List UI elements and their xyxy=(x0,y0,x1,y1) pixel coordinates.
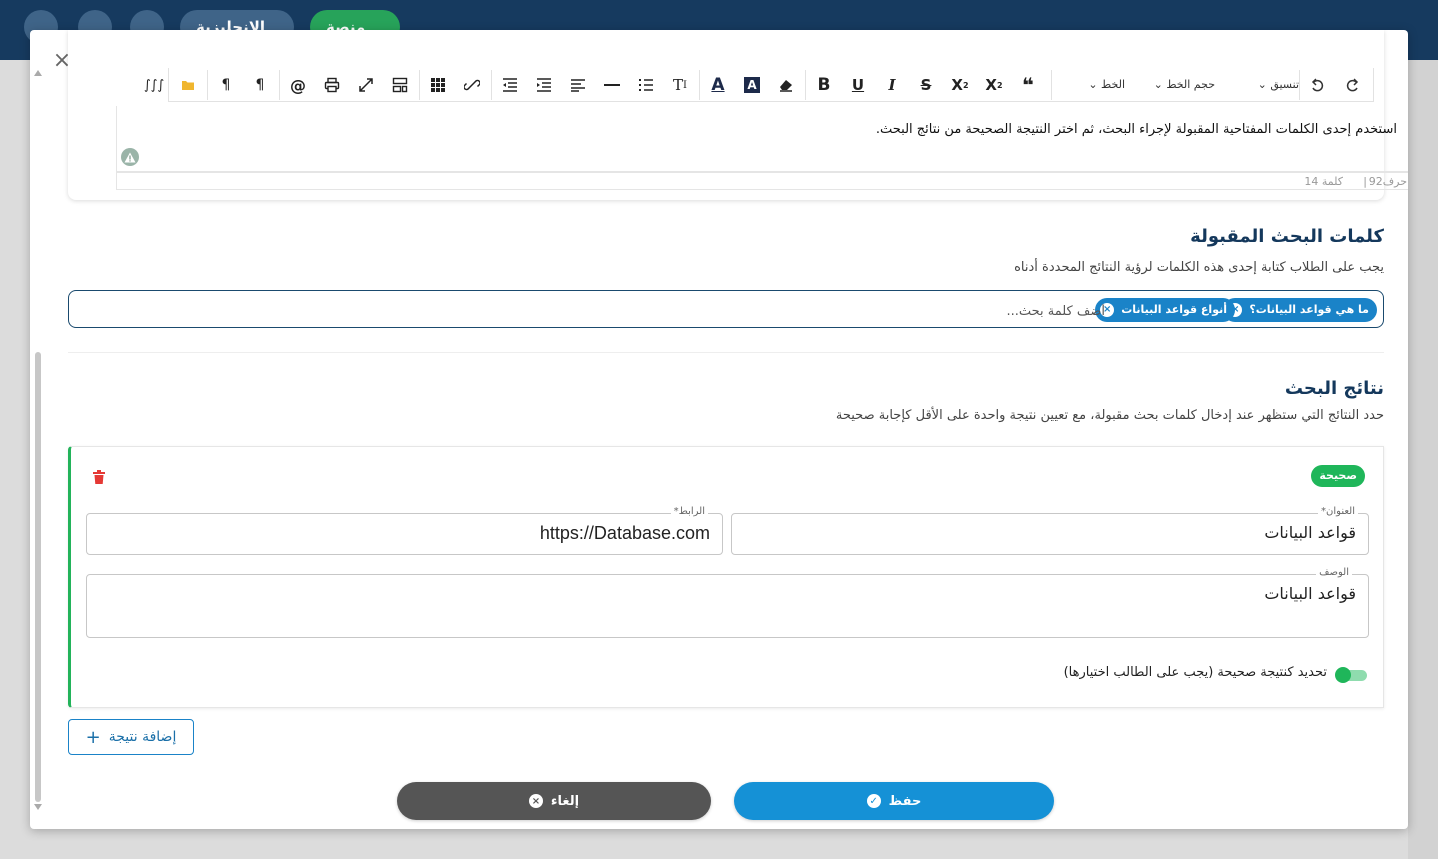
keyword-input[interactable] xyxy=(803,299,1107,323)
horizontal-rule-icon[interactable] xyxy=(597,70,627,100)
eraser-icon[interactable] xyxy=(771,70,801,100)
correct-toggle-label: تحديد كنتيجة صحيحة (يجب على الطالب اختيا… xyxy=(1063,665,1327,680)
toolbar-separator xyxy=(491,70,492,100)
toolbar-separator xyxy=(279,70,280,100)
font-size-label: حجم الخط xyxy=(1166,78,1215,91)
toolbar-separator xyxy=(1299,70,1300,100)
keywords-title: كلمات البحث المقبولة xyxy=(1190,226,1384,247)
bold-icon[interactable]: B xyxy=(809,70,839,100)
warning-icon[interactable] xyxy=(121,148,139,166)
chevron-down-icon: ⌄ xyxy=(1153,78,1163,91)
word-count: كلمة 14 xyxy=(1304,175,1343,188)
save-label: حفظ xyxy=(888,793,922,809)
keyword-chip[interactable]: ما هي قواعد البيانات؟ × xyxy=(1223,298,1377,322)
font-dropdown[interactable]: الخط ⌄ xyxy=(1055,70,1125,100)
description-field[interactable]: الوصف قواعد البيانات xyxy=(86,567,1369,638)
outdent-icon[interactable] xyxy=(529,70,559,100)
math-icon[interactable]: ∫∫∫ xyxy=(139,70,169,100)
correct-toggle[interactable] xyxy=(1335,667,1367,683)
scroll-thumb[interactable] xyxy=(35,352,41,802)
font-size-dropdown[interactable]: حجم الخط ⌄ xyxy=(1129,70,1215,100)
keywords-input-box[interactable]: ما هي قواعد البيانات؟ × أنواع قواعد البي… xyxy=(68,290,1384,328)
font-color-icon[interactable]: A xyxy=(703,70,733,100)
folder-icon[interactable] xyxy=(173,70,203,100)
format-label: تنسيق xyxy=(1270,78,1299,91)
toolbar-separator xyxy=(419,70,420,100)
align-icon[interactable] xyxy=(563,70,593,100)
print-icon[interactable] xyxy=(317,70,347,100)
results-title: نتائج البحث xyxy=(1284,378,1384,399)
link-field-label: الرابط* xyxy=(670,506,708,517)
ltr-icon[interactable]: ¶ xyxy=(211,70,241,100)
chevron-down-icon: ⌄ xyxy=(1257,78,1267,91)
template-icon[interactable] xyxy=(385,70,415,100)
text-size-icon[interactable]: TI xyxy=(665,70,695,100)
check-circle-icon: ✓ xyxy=(866,794,881,808)
close-circle-icon: × xyxy=(528,794,543,808)
scroll-down-arrow-icon[interactable] xyxy=(34,804,42,810)
undo-icon[interactable] xyxy=(1303,70,1333,100)
cancel-button[interactable]: إلغاء × xyxy=(397,782,711,820)
toggle-knob xyxy=(1335,667,1351,683)
indent-icon[interactable] xyxy=(495,70,525,100)
section-divider xyxy=(68,352,1384,353)
description-field-value: قواعد البيانات xyxy=(1264,584,1356,603)
toolbar-separator xyxy=(699,70,700,100)
rich-text-editor: تنسيق ⌄ حجم الخط ⌄ الخط ⌄ ❝ X2 X2 S I U … xyxy=(68,30,1408,200)
title-field-value: قواعد البيانات xyxy=(1264,523,1356,542)
toolbar-separator xyxy=(207,70,208,100)
toolbar-separator xyxy=(1051,70,1052,100)
italic-icon[interactable]: I xyxy=(877,70,907,100)
description-field-label: الوصف xyxy=(1316,567,1352,578)
bg-color-icon[interactable]: A xyxy=(737,70,767,100)
underline-icon[interactable]: U xyxy=(843,70,873,100)
toolbar-separator xyxy=(805,70,806,100)
result-card: صحيحة العنوان* قواعد البيانات الرابط* ht… xyxy=(68,446,1384,708)
plus-icon: + xyxy=(85,726,101,748)
unlink-icon[interactable] xyxy=(457,70,487,100)
chip-label: ما هي قواعد البيانات؟ xyxy=(1249,303,1369,316)
results-description: حدد النتائج التي ستظهر عند إدخال كلمات ب… xyxy=(835,408,1384,423)
trash-icon[interactable] xyxy=(93,469,105,484)
redo-icon[interactable] xyxy=(1337,70,1367,100)
font-label: الخط xyxy=(1101,78,1125,91)
editor-toolbar: تنسيق ⌄ حجم الخط ⌄ الخط ⌄ ❝ X2 X2 S I U … xyxy=(144,68,1374,102)
keyword-chip[interactable]: أنواع قواعد البيانات × xyxy=(1095,298,1235,322)
title-field-label: العنوان* xyxy=(1318,506,1358,517)
status-separator: | xyxy=(1363,175,1367,188)
table-icon[interactable] xyxy=(423,70,453,100)
editor-text: استخدم إحدى الكلمات المفتاحية المقبولة ل… xyxy=(875,122,1397,137)
editor-status-bar: حرف92 | كلمة 14 xyxy=(116,172,1408,190)
chip-label: أنواع قواعد البيانات xyxy=(1121,303,1227,316)
subscript-icon[interactable]: X2 xyxy=(945,70,975,100)
title-field[interactable]: العنوان* قواعد البيانات xyxy=(731,506,1369,555)
page-sidebar xyxy=(1408,60,1438,859)
format-dropdown[interactable]: تنسيق ⌄ xyxy=(1219,70,1299,100)
modal-scrollbar[interactable] xyxy=(33,70,43,810)
rtl-icon[interactable]: ¶ xyxy=(245,70,275,100)
mention-icon[interactable]: @ xyxy=(283,70,313,100)
edit-modal: × تنسيق ⌄ حجم الخط ⌄ الخط ⌄ ❝ X2 X2 S I … xyxy=(30,30,1408,829)
cancel-label: إلغاء xyxy=(550,793,580,809)
char-count: حرف92 xyxy=(1368,175,1407,188)
strike-icon[interactable]: S xyxy=(911,70,941,100)
save-button[interactable]: حفظ ✓ xyxy=(734,782,1054,820)
quote-icon[interactable]: ❝ xyxy=(1013,70,1043,100)
add-result-label: إضافة نتيجة xyxy=(108,729,177,745)
link-field-value: https://Database.com xyxy=(539,523,710,543)
editor-content[interactable]: استخدم إحدى الكلمات المفتاحية المقبولة ل… xyxy=(116,106,1408,172)
add-result-button[interactable]: إضافة نتيجة + xyxy=(68,719,194,755)
superscript-icon[interactable]: X2 xyxy=(979,70,1009,100)
chevron-down-icon: ⌄ xyxy=(1088,78,1098,91)
link-field[interactable]: الرابط* https://Database.com xyxy=(86,506,723,555)
correct-badge: صحيحة xyxy=(1311,465,1365,487)
fullscreen-icon[interactable] xyxy=(351,70,381,100)
scroll-up-arrow-icon[interactable] xyxy=(34,70,42,76)
ordered-list-icon[interactable] xyxy=(631,70,661,100)
keywords-description: يجب على الطلاب كتابة إحدى هذه الكلمات لر… xyxy=(1014,260,1384,275)
